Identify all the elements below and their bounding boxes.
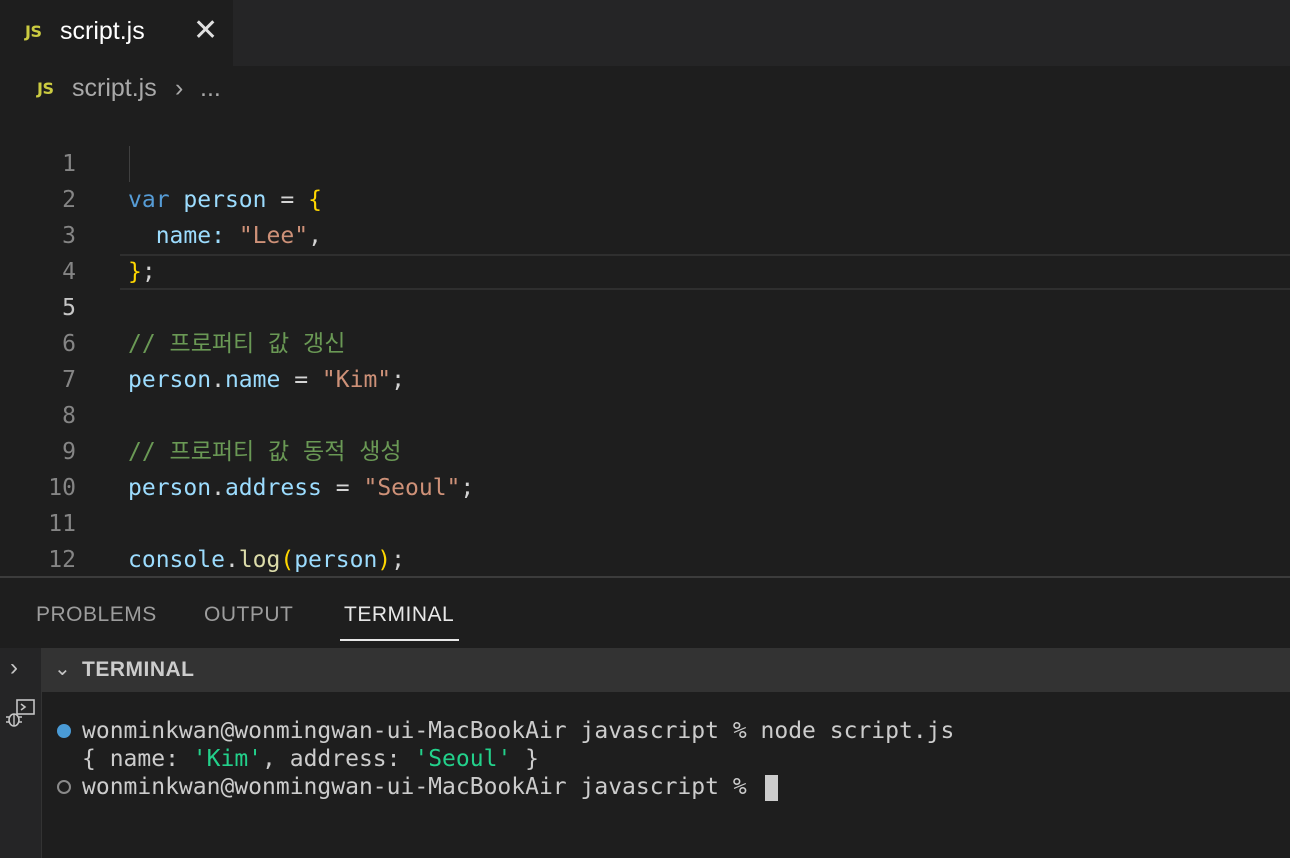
terminal-prompt-line[interactable]: wonminkwan@wonmingwan-ui-MacBookAir java… bbox=[82, 773, 778, 801]
chevron-right-icon: › bbox=[175, 74, 184, 102]
tab-terminal[interactable]: TERMINAL bbox=[344, 603, 454, 627]
bottom-panel: PROBLEMS OUTPUT TERMINAL › ⌄ TERMINAL wo… bbox=[0, 576, 1290, 858]
bracket: ) bbox=[377, 547, 392, 573]
tab-title: script.js bbox=[60, 17, 145, 45]
active-tab-indicator bbox=[340, 639, 459, 641]
javascript-file-icon: JS bbox=[37, 79, 54, 98]
code-line-6[interactable]: 6 person.name = "Kim"; bbox=[0, 290, 1290, 393]
prompt-text: wonminkwan@wonmingwan-ui-MacBookAir java… bbox=[82, 774, 761, 800]
chevron-down-icon[interactable]: ⌄ bbox=[54, 656, 71, 681]
terminal-cursor bbox=[764, 774, 778, 801]
code-line-5[interactable]: 5 // 프로퍼티 값 갱신 bbox=[0, 254, 1290, 357]
output-string: 'Seoul' bbox=[414, 746, 512, 772]
terminal-output-line: { name: 'Kim', address: 'Seoul' } bbox=[82, 745, 539, 773]
output-text: { name: bbox=[82, 746, 193, 772]
code-line-3[interactable]: 3 }; bbox=[0, 182, 1290, 285]
editor-tab-script-js[interactable]: JS script.js ✕ bbox=[0, 0, 233, 66]
code-line-11[interactable]: 11 console.log(person); bbox=[0, 470, 1290, 573]
code-editor[interactable]: 1 var person = { 2 name: "Lee", 3 }; 4 5… bbox=[0, 110, 1290, 576]
output-text: , address: bbox=[262, 746, 415, 772]
code-line-9[interactable]: 9 person.address = "Seoul"; bbox=[0, 398, 1290, 501]
line-number: 12 bbox=[48, 547, 76, 573]
output-text: } bbox=[511, 746, 539, 772]
bracket: ( bbox=[280, 547, 295, 573]
code-line-4[interactable]: 4 bbox=[0, 218, 1290, 285]
code-line-1[interactable]: 1 var person = { bbox=[0, 110, 1290, 213]
breadcrumb-more[interactable]: ... bbox=[200, 74, 221, 103]
tab-bar: JS script.js ✕ bbox=[0, 0, 1290, 66]
javascript-file-icon: JS bbox=[25, 22, 42, 41]
dot: . bbox=[224, 547, 239, 573]
code-line-12[interactable]: 12 bbox=[0, 506, 1290, 573]
code-line-2[interactable]: 2 name: "Lee", bbox=[0, 146, 1290, 249]
debug-console-icon[interactable] bbox=[4, 698, 36, 730]
terminal-section-header[interactable]: ⌄ TERMINAL bbox=[42, 648, 1290, 692]
breadcrumb-file[interactable]: script.js bbox=[72, 74, 157, 103]
command-status-success-icon[interactable] bbox=[57, 724, 71, 738]
terminal-side-strip: › bbox=[0, 648, 42, 858]
command-status-pending-icon bbox=[57, 780, 71, 794]
terminal-command-line: wonminkwan@wonmingwan-ui-MacBookAir java… bbox=[82, 718, 955, 744]
terminal-header-title: TERMINAL bbox=[82, 658, 195, 681]
chevron-right-icon[interactable]: › bbox=[10, 654, 18, 682]
identifier: console bbox=[128, 547, 225, 573]
semicolon: ; bbox=[391, 547, 406, 573]
tab-problems[interactable]: PROBLEMS bbox=[36, 603, 157, 627]
code-line-7[interactable]: 7 bbox=[0, 326, 1290, 393]
function-name: log bbox=[238, 547, 281, 573]
output-string: 'Kim' bbox=[192, 746, 263, 772]
argument: person bbox=[294, 547, 378, 573]
code-line-8[interactable]: 8 // 프로퍼티 값 동적 생성 bbox=[0, 362, 1290, 465]
tab-output[interactable]: OUTPUT bbox=[204, 603, 293, 627]
close-tab-icon[interactable]: ✕ bbox=[193, 16, 218, 46]
code-line-10[interactable]: 10 bbox=[0, 434, 1290, 501]
breadcrumb: JS script.js › ... bbox=[0, 66, 1290, 110]
